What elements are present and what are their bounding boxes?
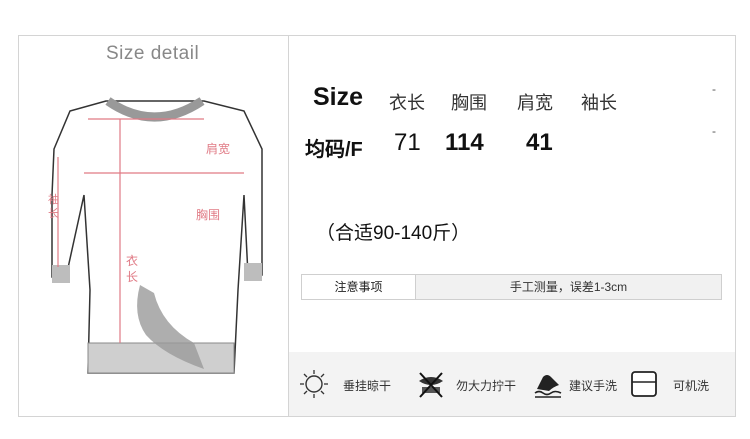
dash-1: - <box>712 82 716 96</box>
fit-note: （合适90-140斤） <box>316 223 471 244</box>
machine-wash-icon <box>631 371 657 397</box>
size-detail-title: Size detail <box>106 43 200 64</box>
sun-icon <box>300 370 328 398</box>
care-label-hang-dry: 垂挂晾干 <box>343 379 392 393</box>
notice-value: 手工测量，误差1-3cm <box>509 280 628 294</box>
chest-label: 胸围 <box>196 207 220 222</box>
size-detail-panel: Size detail 肩宽 胸围 袖 长 衣 长 <box>18 35 288 417</box>
care-label-machine-wash: 可机洗 <box>673 379 710 393</box>
header-size: Size <box>313 83 364 111</box>
row-size-label: 均码/F <box>305 139 363 161</box>
shoulder-label: 肩宽 <box>206 141 230 156</box>
notice-label: 注意事项 <box>302 275 416 299</box>
header-chest: 胸围 <box>451 93 487 113</box>
care-instructions-bar: 垂挂晾干 勿大力拧干 建议手洗 可机洗 <box>289 352 735 416</box>
tshirt-diagram: 肩宽 胸围 袖 长 衣 长 <box>48 97 263 374</box>
care-label-hand-wash: 建议手洗 <box>569 379 618 393</box>
header-shoulder: 肩宽 <box>517 93 553 113</box>
value-length: 71 <box>394 129 421 156</box>
sleeve-label-2: 长 <box>48 207 59 220</box>
value-shoulder: 41 <box>526 129 553 156</box>
value-chest: 114 <box>445 129 484 156</box>
length-label-2: 长 <box>126 270 138 284</box>
hand-wash-icon <box>534 375 562 398</box>
dash-2: - <box>712 124 716 138</box>
no-wring-icon <box>419 372 443 398</box>
length-label-1: 衣 <box>126 253 138 268</box>
header-length: 衣长 <box>389 93 425 113</box>
sleeve-label-1: 袖 <box>48 192 59 206</box>
notice-box: 注意事项 手工测量，误差1-3cm <box>301 274 722 300</box>
care-label-no-wring: 勿大力拧干 <box>456 379 517 393</box>
header-sleeve: 袖长 <box>581 93 617 113</box>
